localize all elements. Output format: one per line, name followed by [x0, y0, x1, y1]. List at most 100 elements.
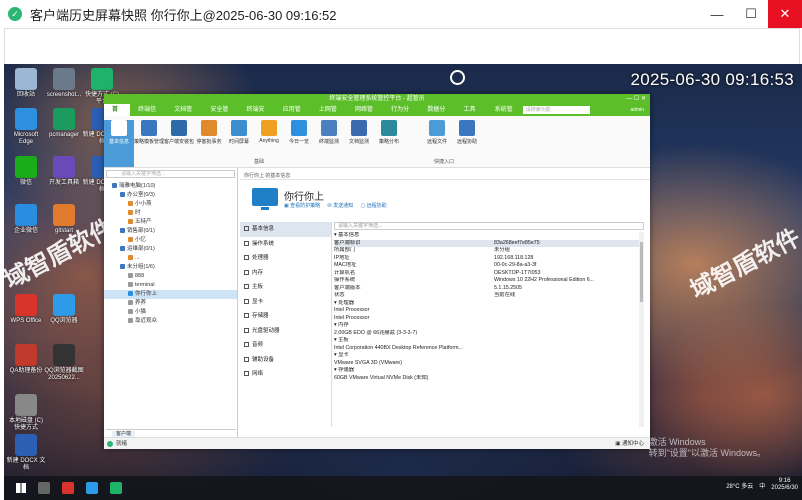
- nav-item[interactable]: 内存: [240, 266, 331, 281]
- menu-tab[interactable]: 终端信息: [130, 104, 166, 125]
- menu-tab[interactable]: 文档管理: [166, 104, 202, 125]
- property-row[interactable]: 60GB VMware Virtual NVMe Disk (未知): [334, 375, 644, 383]
- desktop-shortcut[interactable]: Microsoft Edge: [6, 108, 46, 145]
- desktop-shortcut[interactable]: 新建 DOCX 文档: [6, 434, 46, 471]
- tree-search-input[interactable]: 请输入关键字筛选...: [106, 170, 235, 178]
- desktop-shortcut[interactable]: 回收站: [6, 68, 46, 99]
- property-category[interactable]: ▾ 处理器: [334, 300, 644, 308]
- tree-node[interactable]: 销售部(0/1): [104, 227, 237, 236]
- desktop-shortcut[interactable]: WPS Office: [6, 294, 46, 325]
- nav-item[interactable]: 光盘驱动器: [240, 324, 331, 339]
- ribbon-button[interactable]: 基本信息: [104, 120, 134, 167]
- desktop-shortcut[interactable]: 开发工具箱: [44, 156, 84, 187]
- tree-node[interactable]: 未分组(1/6): [104, 263, 237, 272]
- property-row[interactable]: 客户端标识 83a268eef7e85e75: [334, 239, 644, 247]
- nav-item[interactable]: 处理器: [240, 251, 331, 266]
- desktop-shortcut[interactable]: screenshot...: [44, 68, 84, 99]
- ribbon-button[interactable]: 策略模板管理: [134, 120, 164, 167]
- qq-browser-taskbar-icon[interactable]: [86, 482, 98, 494]
- property-row[interactable]: 计算机名 DESKTOP-1T7I053: [334, 270, 644, 278]
- property-row[interactable]: VMware SVGA 3D (VMware): [334, 360, 644, 368]
- property-category[interactable]: ▾ 内存: [334, 322, 644, 330]
- tree-node[interactable]: 小忆: [104, 236, 237, 245]
- nav-item[interactable]: 辅助设备: [240, 353, 331, 368]
- desktop-shortcut[interactable]: QQ浏览器: [44, 294, 84, 325]
- property-row[interactable]: IP地址 192.168.118.128: [334, 255, 644, 263]
- property-row[interactable]: Intel Corporation 440BX Desktop Referenc…: [334, 345, 644, 353]
- taskbar-clock[interactable]: 9:16 2025/6/30: [771, 478, 798, 492]
- property-row[interactable]: 2.00GB EDO @ 66兆赫兹 (3-3-3-7): [334, 330, 644, 338]
- tree-node[interactable]: 办公室(0/3): [104, 191, 237, 200]
- menu-tab[interactable]: 应用管理: [275, 104, 311, 125]
- ribbon-button[interactable]: 远程协助: [452, 120, 482, 167]
- tree-node[interactable]: 五特产: [104, 218, 237, 227]
- ime-indicator[interactable]: 中: [759, 481, 765, 490]
- menu-tab[interactable]: 首页: [104, 104, 131, 125]
- menu-tab[interactable]: 数据分析: [419, 104, 455, 125]
- security-app-taskbar-icon[interactable]: [110, 482, 122, 494]
- property-category[interactable]: ▾ 存储器: [334, 367, 644, 375]
- tree-node[interactable]: 瑞雅电脑(1/10): [104, 182, 237, 191]
- property-row[interactable]: MAC地址 00-0c-29-8a-a3-3f: [334, 262, 644, 270]
- menu-tab[interactable]: 系统管理: [487, 104, 523, 125]
- tree-node[interactable]: 靠近观众: [104, 317, 237, 326]
- nav-item[interactable]: 基本信息: [240, 222, 331, 237]
- desktop-shortcut[interactable]: 微信: [6, 156, 46, 187]
- property-row[interactable]: 客户端版本 5.1.15.2505: [334, 285, 644, 293]
- view-policy-link[interactable]: ▣ 查看防护策略: [284, 203, 320, 209]
- menu-tab[interactable]: 网络管控: [347, 104, 383, 125]
- property-row[interactable]: 状态 当前在线: [334, 292, 644, 300]
- nav-item[interactable]: 存储器: [240, 309, 331, 324]
- remote-assist-link[interactable]: ▢ 远程协助: [361, 203, 387, 209]
- menu-tab[interactable]: 工具箱: [455, 104, 486, 125]
- user-name[interactable]: admin: [630, 107, 644, 113]
- windows-start-icon[interactable]: [16, 483, 26, 493]
- tree-node[interactable]: 小小燕: [104, 200, 237, 209]
- menu-tab[interactable]: 安全管理: [202, 104, 238, 125]
- nav-item[interactable]: 主板: [240, 280, 331, 295]
- nav-item[interactable]: 显卡: [240, 295, 331, 310]
- ribbon-button[interactable]: 客户端安装包: [164, 120, 194, 167]
- property-row[interactable]: 操作系统 Windows 10 22H2 Professional Edition…: [334, 277, 644, 285]
- nav-item[interactable]: 音频: [240, 338, 331, 353]
- property-row[interactable]: Intel Processor: [334, 315, 644, 323]
- menu-search-input[interactable]: 请搜索功能: [522, 106, 591, 114]
- maximize-button[interactable]: ☐: [734, 0, 768, 28]
- menu-tab[interactable]: 终端安全: [239, 104, 275, 125]
- minimize-button[interactable]: —: [700, 0, 734, 28]
- desktop-shortcut[interactable]: pcmanager: [44, 108, 84, 139]
- weather-text[interactable]: 28°C 多云: [726, 481, 753, 490]
- menu-tab[interactable]: 行为分析: [383, 104, 419, 125]
- tree-node[interactable]: 888: [104, 272, 237, 281]
- ribbon-button[interactable]: 策略分布: [374, 120, 404, 167]
- property-row[interactable]: 所属部门 未分组: [334, 247, 644, 255]
- nav-item[interactable]: 操作系统: [240, 237, 331, 252]
- properties-scrollbar[interactable]: [639, 232, 644, 427]
- ribbon-button[interactable]: 文档监测: [344, 120, 374, 167]
- notification-center-button[interactable]: ▣ 通知中心: [615, 438, 644, 449]
- tree-node[interactable]: ...: [104, 254, 237, 263]
- property-category[interactable]: ▾ 显卡: [334, 352, 644, 360]
- property-category[interactable]: ▾ 主板: [334, 337, 644, 345]
- app-window-controls[interactable]: — ☐ ✕: [626, 94, 646, 104]
- ribbon-button[interactable]: 停客批事务: [194, 120, 224, 167]
- ribbon-button[interactable]: 时间屏幕: [224, 120, 254, 167]
- desktop-shortcut[interactable]: QA助理备份: [6, 344, 46, 375]
- wps-taskbar-icon[interactable]: [62, 482, 74, 494]
- search-icon[interactable]: [38, 482, 50, 494]
- tree-node[interactable]: 时: [104, 209, 237, 218]
- ribbon-button[interactable]: 今日一览: [284, 120, 314, 167]
- send-notice-link[interactable]: ✉ 发送通知: [328, 203, 354, 209]
- props-search-input[interactable]: 请输入关键字筛选...: [334, 222, 644, 230]
- desktop-shortcut[interactable]: 本地磁盘 (C) 快捷方式: [6, 394, 46, 431]
- tree-node[interactable]: 小猫: [104, 308, 237, 317]
- tree-node[interactable]: terminal: [104, 281, 237, 290]
- desktop-shortcut[interactable]: gitstart: [44, 204, 84, 235]
- desktop-shortcut[interactable]: 企业微信: [6, 204, 46, 235]
- tree-node[interactable]: 运维部(0/1): [104, 245, 237, 254]
- menu-tab[interactable]: 上网管理: [311, 104, 347, 125]
- close-button[interactable]: ✕: [768, 0, 802, 28]
- ribbon-button[interactable]: 终端监测: [314, 120, 344, 167]
- property-category[interactable]: ▾ 基本信息: [334, 232, 644, 240]
- tree-node[interactable]: 养养: [104, 299, 237, 308]
